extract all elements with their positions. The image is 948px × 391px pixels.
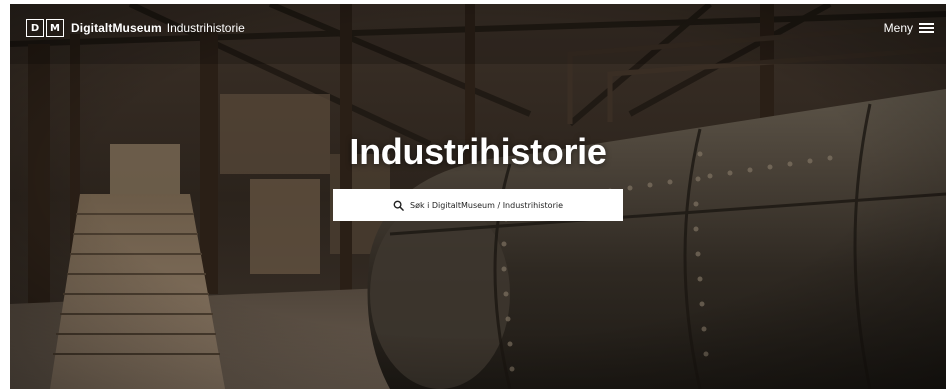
search-icon — [393, 200, 404, 211]
menu-button[interactable]: Meny — [884, 21, 934, 35]
logo-letter-d: D — [26, 19, 44, 37]
site-header: D M DigitaltMuseum Industrihistorie Meny — [10, 4, 946, 52]
section-name: Industrihistorie — [166, 21, 245, 35]
hero-content: Industrihistorie Søk i DigitaltMuseum / … — [10, 132, 946, 221]
logo-letter-m: M — [46, 19, 64, 37]
search-placeholder: Søk i DigitaltMuseum / Industrihistorie — [409, 200, 564, 210]
home-link[interactable]: D M DigitaltMuseum Industrihistorie — [26, 19, 245, 37]
menu-label: Meny — [883, 21, 913, 35]
hero-section: D M DigitaltMuseum Industrihistorie Meny… — [10, 4, 946, 389]
page-title: Industrihistorie — [349, 131, 607, 172]
brand-name: DigitaltMuseum — [71, 21, 162, 35]
logo: D M — [26, 19, 64, 37]
search-input[interactable]: Søk i DigitaltMuseum / Industrihistorie — [333, 189, 623, 221]
hamburger-icon — [919, 23, 934, 33]
